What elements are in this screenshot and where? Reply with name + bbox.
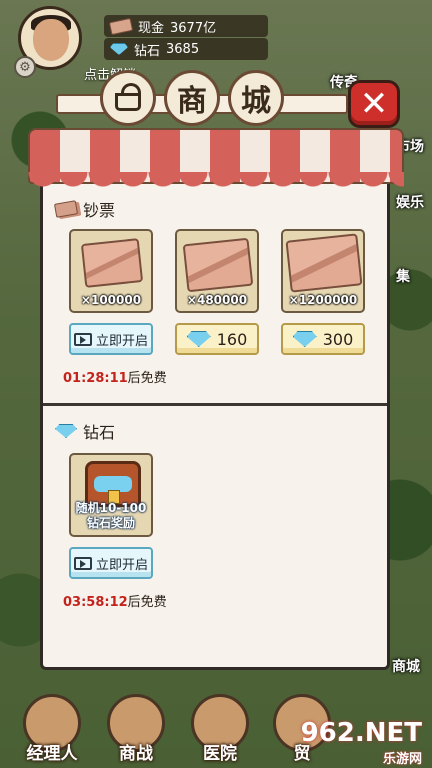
watch-ad-button-gem[interactable]: 立即开启 <box>69 547 153 579</box>
chest-label-line2: 钻石奖励 <box>86 516 135 530</box>
cash-pack-large[interactable]: ×1200000 <box>281 229 365 313</box>
diamond-icon <box>55 424 77 438</box>
cash-value: 3677亿 <box>170 20 217 36</box>
watch-ad-button-cash[interactable]: 立即开启 <box>69 323 153 355</box>
world-label-fun[interactable]: 娱乐 <box>396 192 424 212</box>
nav-label: 经理人 <box>26 744 78 764</box>
item-quantity: ×480000 <box>186 293 248 307</box>
section-divider <box>43 403 387 406</box>
banknote-icon <box>53 200 79 218</box>
banknote-stack-icon <box>80 238 144 288</box>
timer-suffix: 后免费 <box>127 371 167 386</box>
section-title-gem: 钻石 <box>83 423 116 442</box>
section-header-cash: 钞票 <box>53 197 116 221</box>
free-timer-gem: 03:58:12后免费 <box>63 591 167 610</box>
gem-label: 钻石 <box>134 43 161 59</box>
gem-chest-card[interactable]: 随机10-100 钻石奖励 <box>69 453 153 537</box>
diamond-icon <box>186 331 211 347</box>
nav-hospital[interactable]: 医院 <box>184 694 256 766</box>
buy-button-480000[interactable]: 160 <box>175 323 259 355</box>
gem-value: 3685 <box>166 41 200 57</box>
cash-pack-small[interactable]: ×100000 <box>69 229 153 313</box>
price-label: 160 <box>216 329 248 349</box>
buy-button-1200000[interactable]: 300 <box>281 323 365 355</box>
close-icon[interactable]: ✕ <box>348 80 400 128</box>
button-label: 立即开启 <box>95 333 148 349</box>
nav-label: 医院 <box>203 744 237 764</box>
chest-label-line1: 随机10-100 <box>75 501 147 515</box>
video-icon <box>73 556 92 570</box>
nav-manager[interactable]: 经理人 <box>16 694 88 766</box>
button-label: 立即开启 <box>95 557 148 573</box>
diamond-icon <box>110 43 128 55</box>
diamond-icon <box>292 331 317 347</box>
banknote-stack-icon <box>182 237 254 293</box>
site-watermark: 962.NET 乐游网 <box>301 718 422 767</box>
nav-business-war[interactable]: 商战 <box>100 694 172 766</box>
shopping-basket-icon <box>100 70 156 126</box>
timer-value: 03:58:12 <box>63 595 128 610</box>
title-char-shang: 商 <box>164 70 220 126</box>
world-label-collect[interactable]: 集 <box>396 266 410 286</box>
free-timer-cash: 01:28:11后免费 <box>63 367 167 386</box>
banknote-icon <box>108 17 134 35</box>
gear-icon[interactable]: ⚙ <box>14 56 36 78</box>
cash-label: 现金 <box>138 20 165 36</box>
banknote-stack-icon <box>285 233 363 293</box>
watermark-sub: 乐游网 <box>382 752 422 767</box>
title-char-cheng: 城 <box>228 70 284 126</box>
nav-label: 商战 <box>119 744 153 764</box>
gem-counter: 钻石 3685 <box>104 38 268 60</box>
section-title-cash: 钞票 <box>83 201 116 220</box>
item-quantity: ×100000 <box>80 293 142 307</box>
timer-suffix: 后免费 <box>127 595 167 610</box>
avatar-face <box>33 19 69 61</box>
shop-panel: 钞票 ×100000 ×480000 ×1200000 立即开启 160 300… <box>40 172 390 670</box>
shop-title-header: 商 城 <box>56 68 348 128</box>
cash-counter: 现金 3677亿 <box>104 15 268 37</box>
timer-value: 01:28:11 <box>63 371 128 386</box>
awning-scallop <box>28 172 404 188</box>
item-quantity: ×1200000 <box>288 293 358 307</box>
world-label-shop[interactable]: 商城 <box>392 656 420 676</box>
section-header-gem: 钻石 <box>55 419 115 443</box>
watermark-main: 962.NET <box>300 718 422 748</box>
price-label: 300 <box>322 329 354 349</box>
cash-pack-medium[interactable]: ×480000 <box>175 229 259 313</box>
video-icon <box>73 332 92 346</box>
